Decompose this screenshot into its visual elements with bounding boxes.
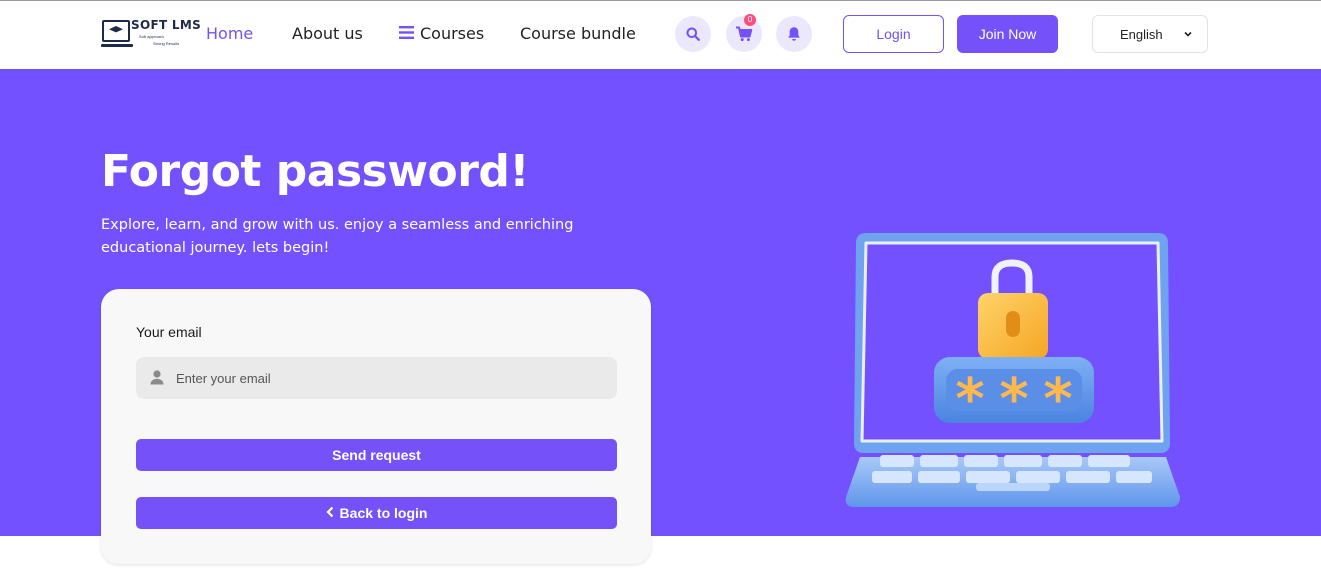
- search-icon: [686, 27, 700, 41]
- language-select[interactable]: English: [1092, 15, 1208, 53]
- nav-about[interactable]: About us: [292, 24, 363, 43]
- back-to-login-label: Back to login: [339, 505, 428, 521]
- logo-brand-text: SOFT LMS: [131, 18, 202, 32]
- navbar: SOFT LMS Soft approach Strong Results Ho…: [0, 1, 1321, 69]
- menu-icon: [399, 24, 414, 43]
- chevron-left-icon: [325, 505, 334, 521]
- nav-courses-label: Courses: [420, 24, 485, 43]
- login-button[interactable]: Login: [843, 15, 944, 53]
- svg-text:*: *: [955, 367, 984, 432]
- email-input[interactable]: [176, 357, 606, 399]
- site-logo[interactable]: SOFT LMS Soft approach Strong Results: [101, 17, 201, 51]
- logo-tagline-2: Strong Results: [153, 41, 180, 46]
- notifications-button[interactable]: [776, 16, 812, 52]
- join-now-button[interactable]: Join Now: [957, 15, 1058, 53]
- svg-text:*: *: [1043, 367, 1072, 432]
- laptop-lock-icon: * * *: [845, 233, 1180, 507]
- language-selected: English: [1120, 26, 1163, 42]
- chevron-down-icon: [1183, 27, 1193, 42]
- email-label: Your email: [136, 324, 202, 340]
- laptop-lock-illustration: * * *: [840, 225, 1185, 515]
- svg-text:*: *: [999, 367, 1028, 432]
- send-request-button[interactable]: Send request: [136, 439, 617, 471]
- forgot-password-card: Your email Send request Back to login: [101, 289, 651, 564]
- cart-icon: [736, 26, 753, 42]
- cart-button[interactable]: 0: [726, 14, 762, 52]
- bell-icon: [788, 27, 800, 41]
- nav-course-bundle[interactable]: Course bundle: [520, 24, 636, 43]
- logo-tagline: Soft approach: [139, 34, 164, 39]
- nav-courses[interactable]: Courses: [399, 24, 484, 43]
- logo-laptop-base: [101, 44, 133, 47]
- cart-count-badge: 0: [744, 14, 756, 26]
- search-button[interactable]: [675, 16, 711, 52]
- email-field-wrapper: [136, 357, 617, 399]
- back-to-login-button[interactable]: Back to login: [136, 497, 617, 529]
- nav-home[interactable]: Home: [206, 24, 253, 43]
- page-subtitle: Explore, learn, and grow with us. enjoy …: [101, 217, 574, 256]
- page-title: Forgot password!: [101, 146, 529, 197]
- user-icon: [150, 370, 164, 390]
